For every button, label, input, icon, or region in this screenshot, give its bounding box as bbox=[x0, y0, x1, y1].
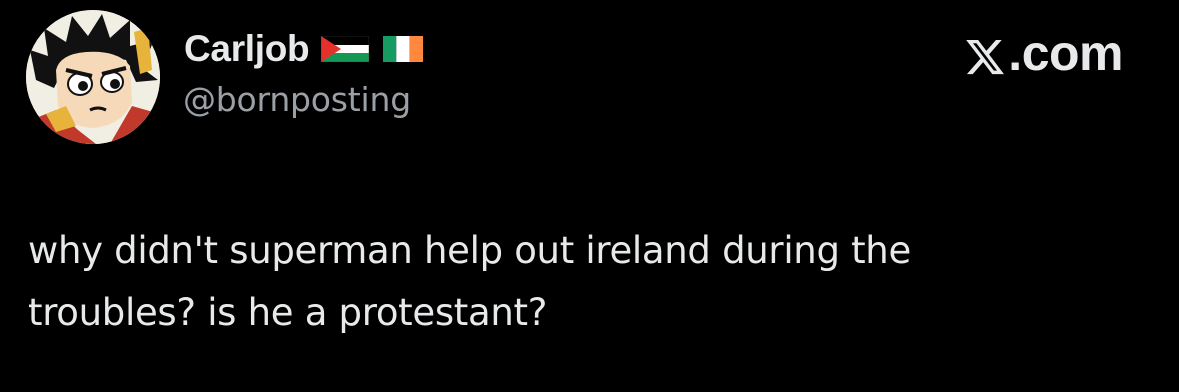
tweet-text: why didn't superman help out ireland dur… bbox=[28, 220, 1148, 344]
avatar[interactable] bbox=[26, 10, 160, 144]
x-logo-icon bbox=[964, 32, 1006, 75]
tweet-card: Carljob @bornposting .com why didn't sup… bbox=[0, 0, 1179, 392]
user-handle[interactable]: @bornposting bbox=[183, 80, 411, 119]
display-name-row: Carljob bbox=[184, 26, 431, 72]
ireland-flag-icon bbox=[383, 36, 431, 62]
anime-character-avatar bbox=[26, 10, 160, 144]
tweet-text-line: troubles? is he a protestant? bbox=[28, 291, 548, 334]
brand-logo: .com bbox=[964, 24, 1123, 82]
tweet-text-line: why didn't superman help out ireland dur… bbox=[28, 229, 911, 272]
brand-domain: .com bbox=[1008, 25, 1123, 81]
display-name[interactable]: Carljob bbox=[184, 28, 310, 70]
palestine-flag-icon bbox=[321, 35, 370, 63]
